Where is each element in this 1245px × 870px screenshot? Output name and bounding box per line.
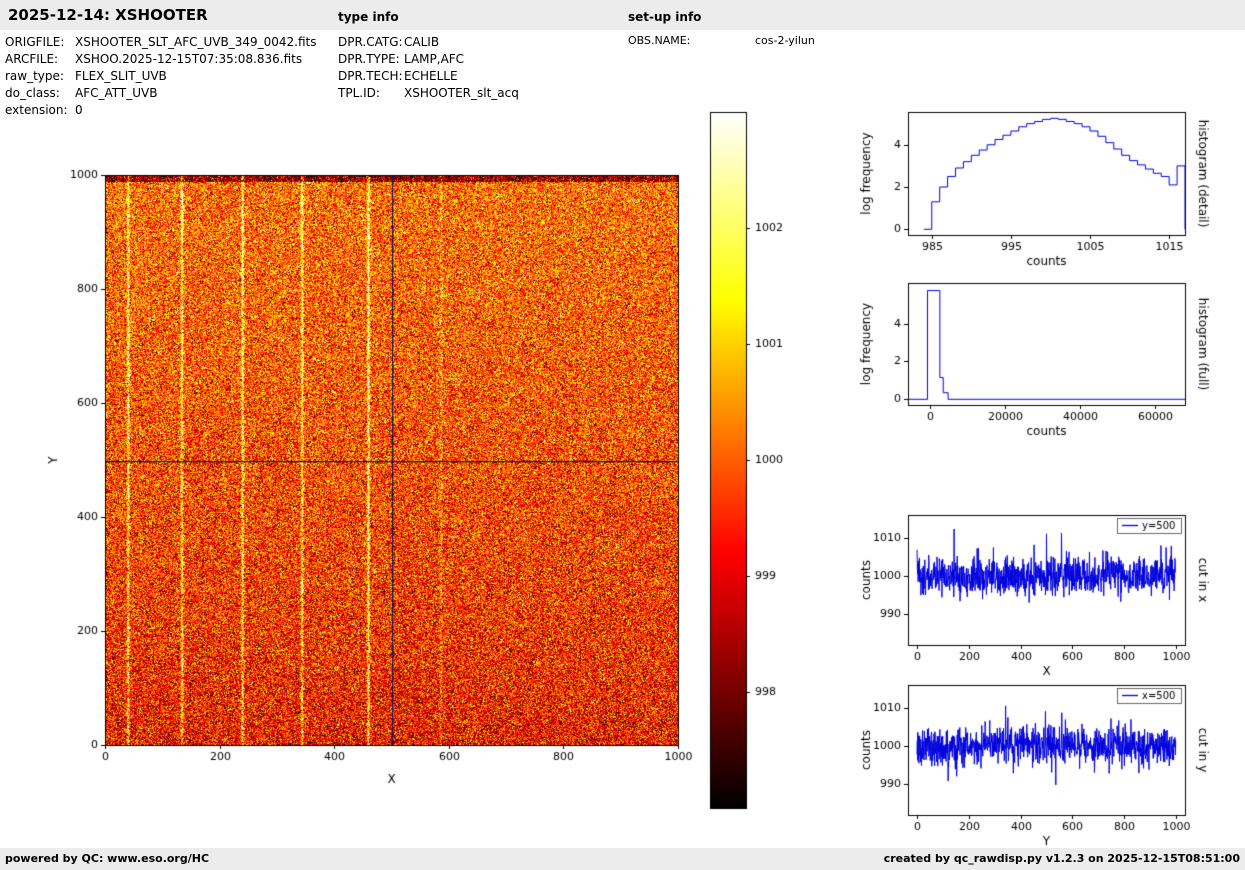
footer-powered-by: powered by QC: www.eso.org/HC bbox=[5, 852, 210, 865]
colorbar bbox=[705, 100, 795, 820]
footer-bar: powered by QC: www.eso.org/HC created by… bbox=[0, 848, 1245, 870]
meta-value-arcfile: XSHOO.2025-12-15T07:35:08.836.fits bbox=[75, 52, 303, 66]
meta-label-dprcatg: DPR.CATG: bbox=[338, 35, 403, 49]
meta-label-tplid: TPL.ID: bbox=[338, 86, 380, 100]
meta-label-dprtech: DPR.TECH: bbox=[338, 69, 403, 83]
meta-value-rawtype: FLEX_SLIT_UVB bbox=[75, 69, 167, 83]
meta-label-origfile: ORIGFILE: bbox=[5, 35, 65, 49]
header-bar: 2025-12-14: XSHOOTER type info set-up in… bbox=[0, 0, 1245, 30]
meta-label-extension: extension: bbox=[5, 103, 68, 117]
meta-label-dprtype: DPR.TYPE: bbox=[338, 52, 400, 66]
meta-value-tplid: XSHOOTER_slt_acq bbox=[404, 86, 519, 100]
setup-info-heading: set-up info bbox=[628, 10, 702, 24]
meta-value-obsname: cos-2-yilun bbox=[755, 34, 815, 47]
meta-label-obsname: OBS.NAME: bbox=[628, 34, 691, 47]
meta-value-origfile: XSHOOTER_SLT_AFC_UVB_349_0042.fits bbox=[75, 35, 317, 49]
meta-value-extension: 0 bbox=[75, 103, 83, 117]
cut-in-x-panel bbox=[852, 496, 1242, 688]
meta-value-doclass: AFC_ATT_UVB bbox=[75, 86, 158, 100]
qc-report-page: 2025-12-14: XSHOOTER type info set-up in… bbox=[0, 0, 1245, 870]
meta-value-dprtype: LAMP,AFC bbox=[404, 52, 465, 66]
meta-label-arcfile: ARCFILE: bbox=[5, 52, 59, 66]
meta-value-dprcatg: CALIB bbox=[404, 35, 440, 49]
meta-value-dprtech: ECHELLE bbox=[404, 69, 458, 83]
meta-label-doclass: do_class: bbox=[5, 86, 60, 100]
histogram-full-panel bbox=[852, 264, 1242, 452]
type-info-heading: type info bbox=[338, 10, 399, 24]
raw-image-panel bbox=[30, 140, 710, 820]
footer-created-by: created by qc_rawdisp.py v1.2.3 on 2025-… bbox=[883, 852, 1240, 865]
meta-label-rawtype: raw_type: bbox=[5, 69, 64, 83]
cut-in-y-panel bbox=[852, 666, 1242, 854]
histogram-detail-panel bbox=[852, 93, 1242, 281]
page-title: 2025-12-14: XSHOOTER bbox=[8, 6, 208, 24]
